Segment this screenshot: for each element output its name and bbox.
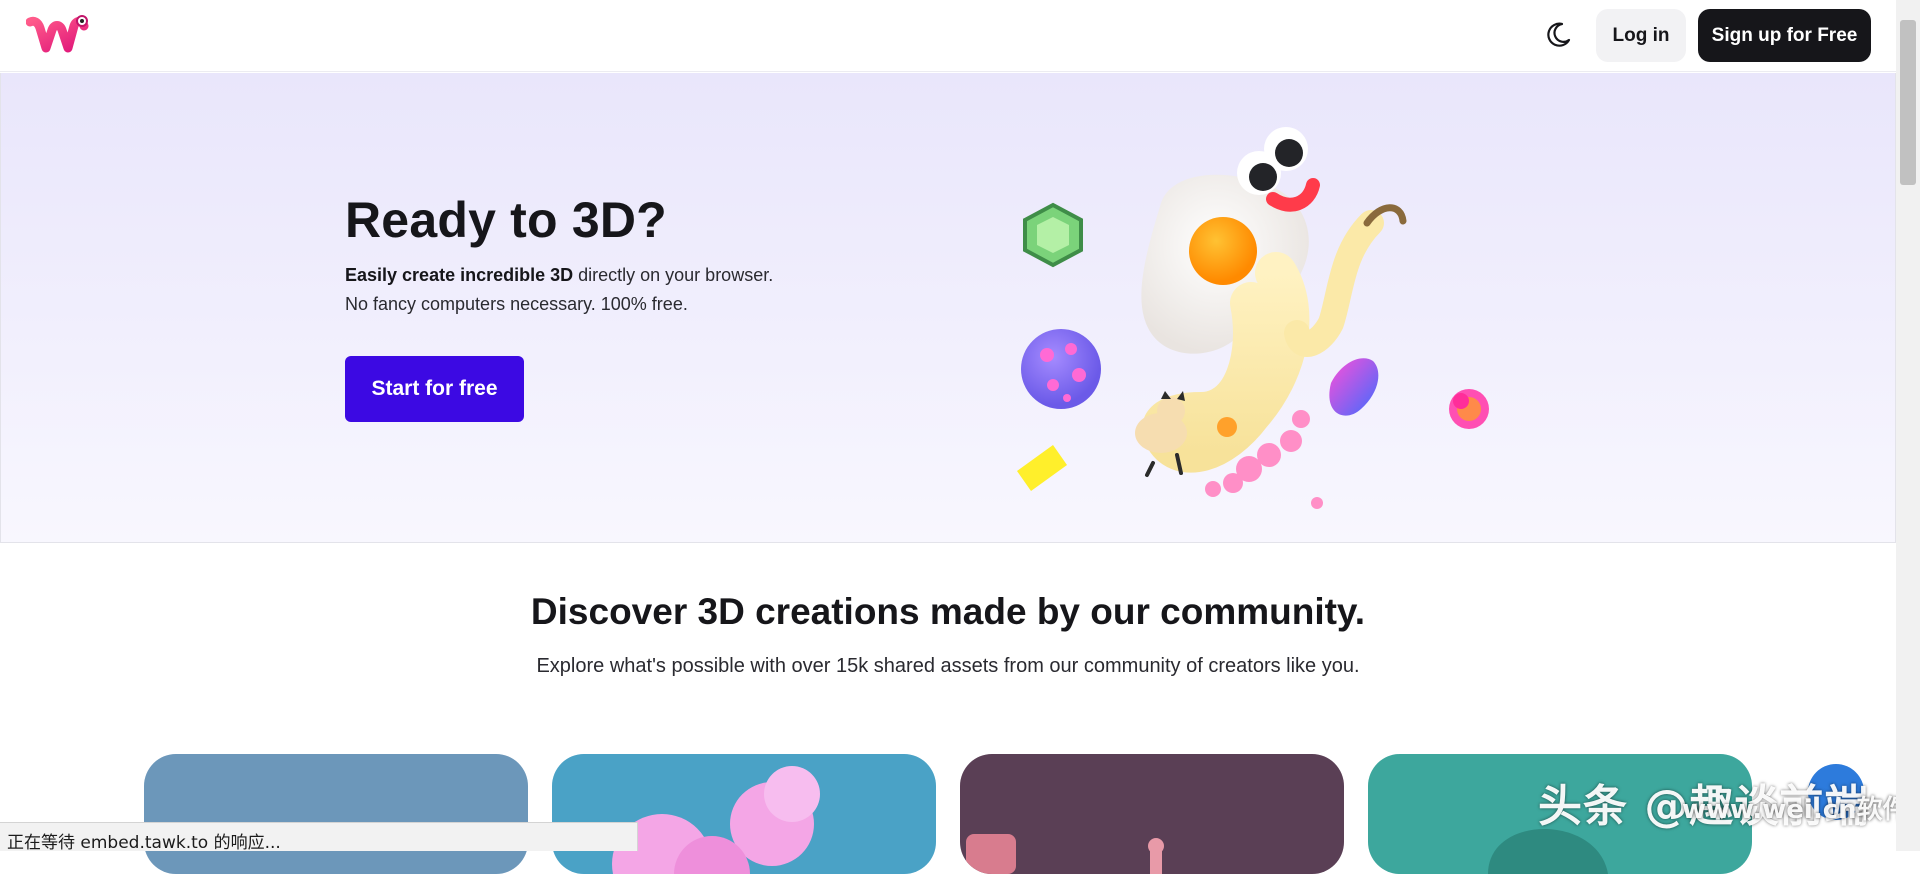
discover-subtitle: Explore what's possible with over 15k sh… [536,655,1360,677]
hero-description-line1: Easily create incredible 3D directly on … [345,265,773,286]
community-card-2[interactable] [552,754,936,874]
moon-icon[interactable] [1543,20,1573,50]
egg-yolk-shape [1189,217,1257,285]
pink-spiral-shape [1449,389,1489,429]
top-nav: Log in Sign up for Free [0,0,1896,72]
community-card-1[interactable] [144,754,528,874]
small-orange-ball-shape [1217,417,1237,437]
purple-ball-shape [1021,329,1101,409]
discover-title: Discover 3D creations made by our commun… [530,591,1366,632]
start-for-free-button[interactable]: Start for free [345,356,524,422]
hero-description-line2: No fancy computers necessary. 100% free. [345,294,688,314]
yellow-bar-shape [1017,445,1067,491]
hero-description-bold: Easily create incredible 3D [345,265,574,285]
scrollbar-thumb[interactable] [1900,20,1916,185]
hero-title: Ready to 3D? [345,192,667,248]
logo-icon[interactable] [26,14,90,58]
hero-3d-illustration [1017,127,1489,509]
green-cube-shape [1023,202,1083,268]
page-scrollbar[interactable] [1896,0,1920,851]
hero-section: Ready to 3D? Easily create incredible 3D… [0,73,1896,543]
dark-scene-thumbnail [966,834,1164,874]
login-button[interactable]: Log in [1596,9,1686,62]
hero-description-rest: directly on your browser. [573,265,774,285]
watermark-secondary: www.wei.cn软件网 [1682,795,1920,825]
browser-status-bar: 正在等待 embed.tawk.to 的响应... [0,822,638,853]
gradient-blob-shape [1329,358,1379,416]
pink-creature-thumbnail [612,766,820,874]
community-card-3[interactable] [960,754,1344,874]
signup-button[interactable]: Sign up for Free [1698,9,1871,62]
